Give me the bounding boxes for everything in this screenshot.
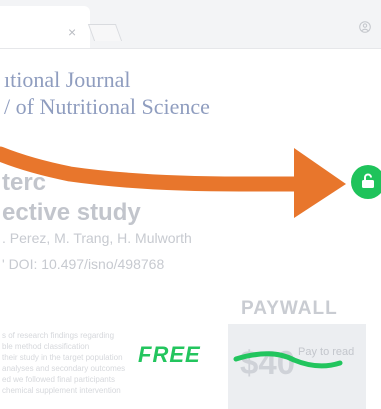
right-arrow-icon — [0, 146, 346, 218]
tab-close-button[interactable]: × — [68, 24, 76, 40]
strikethrough-line — [233, 351, 343, 369]
browser-tab[interactable]: × — [0, 6, 90, 48]
paywall-label: PAYWALL — [241, 298, 338, 319]
journal-name-line1: ıtional Journal — [4, 67, 131, 92]
article-doi[interactable]: ' DOI: 10.497/isno/498768 — [2, 256, 164, 272]
browser-toolbar: × — [0, 0, 381, 48]
new-tab-icon[interactable] — [87, 24, 123, 41]
user-circle-icon[interactable] — [359, 21, 371, 33]
abstract-line: ed we followed final participants — [2, 375, 115, 384]
journal-name: ıtional Journal / of Nutritional Science — [4, 66, 210, 120]
journal-name-line2: / of Nutritional Science — [4, 94, 210, 119]
toolbar-divider — [0, 48, 381, 49]
abstract-line: chemical supplement intervention — [2, 386, 121, 395]
unlocked-padlock-icon[interactable] — [351, 165, 381, 199]
abstract-line: s of research findings regarding — [2, 331, 115, 340]
free-label: FREE — [138, 342, 201, 367]
article-authors: . Perez, M. Trang, H. Mulworth — [2, 230, 192, 246]
